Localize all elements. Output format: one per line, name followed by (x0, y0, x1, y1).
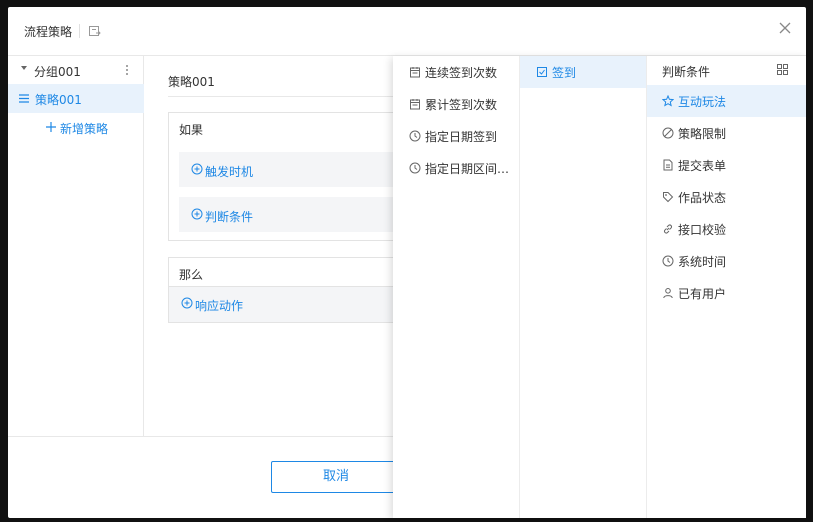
user-icon (663, 288, 673, 299)
menu-item-system-time[interactable]: 系统时间 (647, 245, 806, 277)
calendar-icon (410, 99, 420, 110)
policy-name-input[interactable]: 策略001 (168, 73, 215, 90)
menu-item-work-status[interactable]: 作品状态 (647, 181, 806, 213)
action-slot[interactable]: 响应动作 (169, 287, 427, 322)
condition-label: 判断条件 (205, 210, 254, 224)
menu-item-policy-limit[interactable]: 策略限制 (647, 117, 806, 149)
condition-picker-panel: 连续签到次数 累计签到次数 指定日期签到 指定日期区间… 签到 判断条件 互动玩… (393, 56, 806, 518)
menu-item-api-check[interactable]: 接口校验 (647, 213, 806, 245)
group-row[interactable]: 分组001 (8, 56, 144, 84)
clock-icon (662, 255, 674, 267)
menu-item-label: 系统时间 (678, 255, 727, 269)
dialog-title: 流程策略 (24, 25, 73, 39)
group-label: 分组001 (34, 65, 81, 79)
category-column: 签到 (520, 56, 647, 518)
menu-item-total-signin[interactable]: 累计签到次数 (393, 88, 519, 120)
grid-icon[interactable] (777, 64, 788, 75)
document-icon (663, 159, 673, 171)
menu-item-label: 接口校验 (678, 223, 727, 237)
clock-icon (409, 162, 421, 174)
policy-label: 策略001 (35, 93, 82, 107)
menu-item-label: 作品状态 (678, 191, 727, 205)
menu-item-label: 累计签到次数 (425, 98, 498, 112)
menu-item-interactive-play[interactable]: 互动玩法 (647, 85, 806, 117)
menu-item-submit-form[interactable]: 提交表单 (647, 149, 806, 181)
star-icon (662, 95, 674, 107)
menu-item-label: 已有用户 (678, 287, 727, 301)
plus-circle-icon (191, 208, 203, 220)
export-icon[interactable] (88, 24, 102, 38)
sidebar-item-policy[interactable]: 策略001 (8, 84, 144, 113)
menu-item-label: 策略限制 (678, 127, 727, 141)
trigger-label: 触发时机 (205, 165, 254, 179)
condition-column-title: 判断条件 (662, 65, 711, 79)
menu-item-label: 提交表单 (678, 159, 727, 173)
trigger-slot[interactable]: 触发时机 (179, 152, 429, 187)
more-vertical-icon[interactable] (124, 63, 130, 77)
then-card: 那么 响应动作 (168, 257, 428, 323)
checkin-icon (537, 67, 547, 77)
condition-slot[interactable]: 判断条件 (179, 197, 429, 232)
condition-column-header: 判断条件 (647, 56, 806, 84)
menu-item-label: 签到 (552, 66, 577, 80)
plus-circle-icon (181, 297, 193, 309)
signin-options-column: 连续签到次数 累计签到次数 指定日期签到 指定日期区间… (393, 56, 520, 518)
menu-item-label: 指定日期签到 (425, 130, 498, 144)
menu-item-signin[interactable]: 签到 (520, 56, 646, 88)
close-icon[interactable] (778, 21, 792, 35)
calendar-icon (410, 67, 420, 78)
tag-icon (663, 192, 674, 203)
add-policy-label: 新增策略 (60, 122, 109, 136)
ban-icon (662, 127, 674, 139)
then-card-title: 那么 (179, 268, 204, 282)
dialog-header: 流程策略 (8, 7, 806, 56)
cancel-button[interactable]: 取消 (271, 461, 401, 493)
clock-icon (409, 130, 421, 142)
if-card: 如果 触发时机 判断条件 (168, 112, 429, 241)
menu-item-label: 指定日期区间… (425, 162, 510, 176)
menu-item-existing-user[interactable]: 已有用户 (647, 277, 806, 309)
link-icon (664, 224, 672, 234)
menu-item-label: 连续签到次数 (425, 66, 498, 80)
menu-item-label: 互动玩法 (678, 95, 727, 109)
list-icon (19, 94, 29, 103)
header-divider (79, 24, 80, 38)
menu-item-date-signin[interactable]: 指定日期签到 (393, 120, 519, 152)
menu-item-consecutive-signin[interactable]: 连续签到次数 (393, 56, 519, 88)
condition-type-column: 判断条件 互动玩法 策略限制 提交表单 作品状态 接口校验 系统时间 已有用户 (647, 56, 806, 518)
plus-icon (46, 122, 56, 132)
add-policy-button[interactable]: 新增策略 (8, 113, 144, 142)
caret-down-icon[interactable] (21, 66, 27, 70)
if-card-title: 如果 (179, 123, 204, 137)
plus-circle-icon (191, 163, 203, 175)
strategy-sidebar: 分组001 策略001 新增策略 (8, 56, 144, 436)
action-label: 响应动作 (195, 299, 244, 313)
policy-name-underline (168, 96, 428, 97)
menu-item-date-range-signin[interactable]: 指定日期区间… (393, 152, 519, 184)
